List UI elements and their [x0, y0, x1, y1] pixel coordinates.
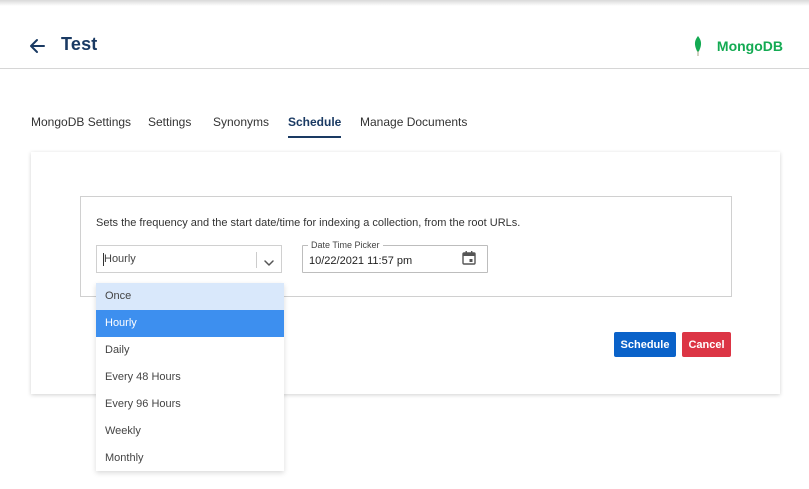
tab-mongodb-settings[interactable]: MongoDB Settings [31, 115, 131, 136]
tab-settings[interactable]: Settings [148, 115, 191, 136]
back-arrow-icon[interactable] [28, 36, 48, 56]
frequency-select[interactable]: Hourly [96, 245, 282, 273]
schedule-description: Sets the frequency and the start date/ti… [96, 217, 521, 229]
option-weekly[interactable]: Weekly [96, 418, 284, 445]
chevron-down-icon[interactable] [263, 255, 275, 266]
tab-schedule[interactable]: Schedule [288, 115, 342, 138]
schedule-button[interactable]: Schedule [614, 332, 676, 357]
option-every-96-hours[interactable]: Every 96 Hours [96, 391, 284, 418]
brand-name: MongoDB [716, 38, 783, 54]
frequency-dropdown-menu: Once Hourly Daily Every 48 Hours Every 9… [96, 283, 284, 471]
option-monthly[interactable]: Monthly [96, 445, 284, 471]
option-daily[interactable]: Daily [96, 337, 284, 364]
datetime-picker-label: Date Time Picker [308, 240, 383, 250]
tab-manage-documents[interactable]: Manage Documents [360, 115, 467, 136]
option-once[interactable]: Once [96, 283, 284, 310]
cancel-button[interactable]: Cancel [682, 332, 731, 357]
datetime-value[interactable]: 10/22/2021 11:57 pm [309, 255, 412, 267]
select-separator [256, 252, 257, 268]
page-header: Test MongoDB [0, 6, 809, 69]
option-every-48-hours[interactable]: Every 48 Hours [96, 364, 284, 391]
frequency-value: Hourly [104, 253, 136, 265]
calendar-icon[interactable] [461, 250, 477, 266]
brand: MongoDB [693, 36, 783, 56]
option-hourly[interactable]: Hourly [96, 310, 284, 337]
tab-synonyms[interactable]: Synonyms [213, 115, 269, 136]
mongodb-leaf-icon [693, 36, 703, 56]
page-title: Test [61, 34, 98, 54]
